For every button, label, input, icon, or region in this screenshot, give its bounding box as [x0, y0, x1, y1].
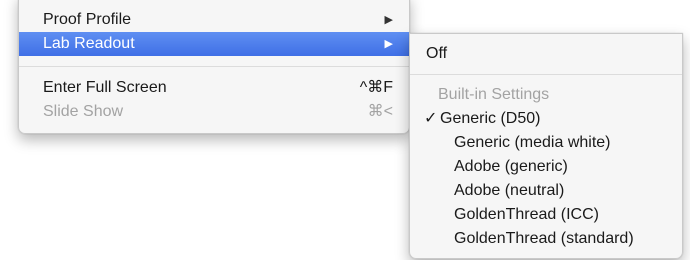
submenu-item-label: Generic (D50) — [440, 110, 541, 127]
keyboard-shortcut: ⌘< — [367, 103, 393, 120]
menu-item-label: Enter Full Screen — [43, 79, 167, 96]
submenu-item-goldenthread-icc[interactable]: GoldenThread (ICC) — [410, 203, 682, 227]
view-menu: Proof Profile ▶ Lab Readout ▶ Enter Full… — [18, 0, 410, 134]
submenu-item-adobe-generic[interactable]: Adobe (generic) — [410, 155, 682, 179]
submenu-arrow-icon: ▶ — [384, 38, 393, 50]
submenu-item-label: GoldenThread (standard) — [454, 230, 634, 247]
screen: Proof Profile ▶ Lab Readout ▶ Enter Full… — [0, 0, 690, 260]
submenu-item-goldenthread-standard[interactable]: GoldenThread (standard) — [410, 227, 682, 251]
submenu-item-label: Generic (media white) — [454, 134, 611, 151]
menu-item-lab-readout[interactable]: Lab Readout ▶ — [19, 32, 409, 56]
keyboard-shortcut: ^⌘F — [359, 79, 393, 96]
menu-item-label: Slide Show — [43, 103, 124, 120]
checkmark-icon: ✓ — [424, 110, 438, 127]
menu-item-enter-full-screen[interactable]: Enter Full Screen ^⌘F — [19, 76, 409, 100]
submenu-item-adobe-neutral[interactable]: Adobe (neutral) — [410, 179, 682, 203]
section-header-label: Built-in Settings — [438, 86, 550, 103]
submenu-item-off[interactable]: Off — [410, 42, 682, 66]
menu-item-label: Proof Profile — [43, 11, 132, 28]
submenu-item-label: Adobe (neutral) — [454, 182, 565, 199]
menu-separator — [410, 74, 682, 75]
submenu-item-label: Adobe (generic) — [454, 158, 568, 175]
submenu-item-label: GoldenThread (ICC) — [454, 206, 599, 223]
submenu-section-header: Built-in Settings — [410, 83, 682, 107]
menu-item-slide-show: Slide Show ⌘< — [19, 100, 409, 124]
menu-item-label: Lab Readout — [43, 35, 135, 52]
submenu-item-generic-media-white[interactable]: Generic (media white) — [410, 131, 682, 155]
submenu-item-generic-d50[interactable]: ✓ Generic (D50) — [410, 107, 682, 131]
lab-readout-submenu: Off Built-in Settings ✓ Generic (D50) Ge… — [409, 33, 683, 259]
submenu-item-label: Off — [426, 45, 448, 62]
menu-item-proof-profile[interactable]: Proof Profile ▶ — [19, 8, 409, 32]
menu-separator — [19, 66, 409, 67]
submenu-arrow-icon: ▶ — [384, 14, 393, 26]
